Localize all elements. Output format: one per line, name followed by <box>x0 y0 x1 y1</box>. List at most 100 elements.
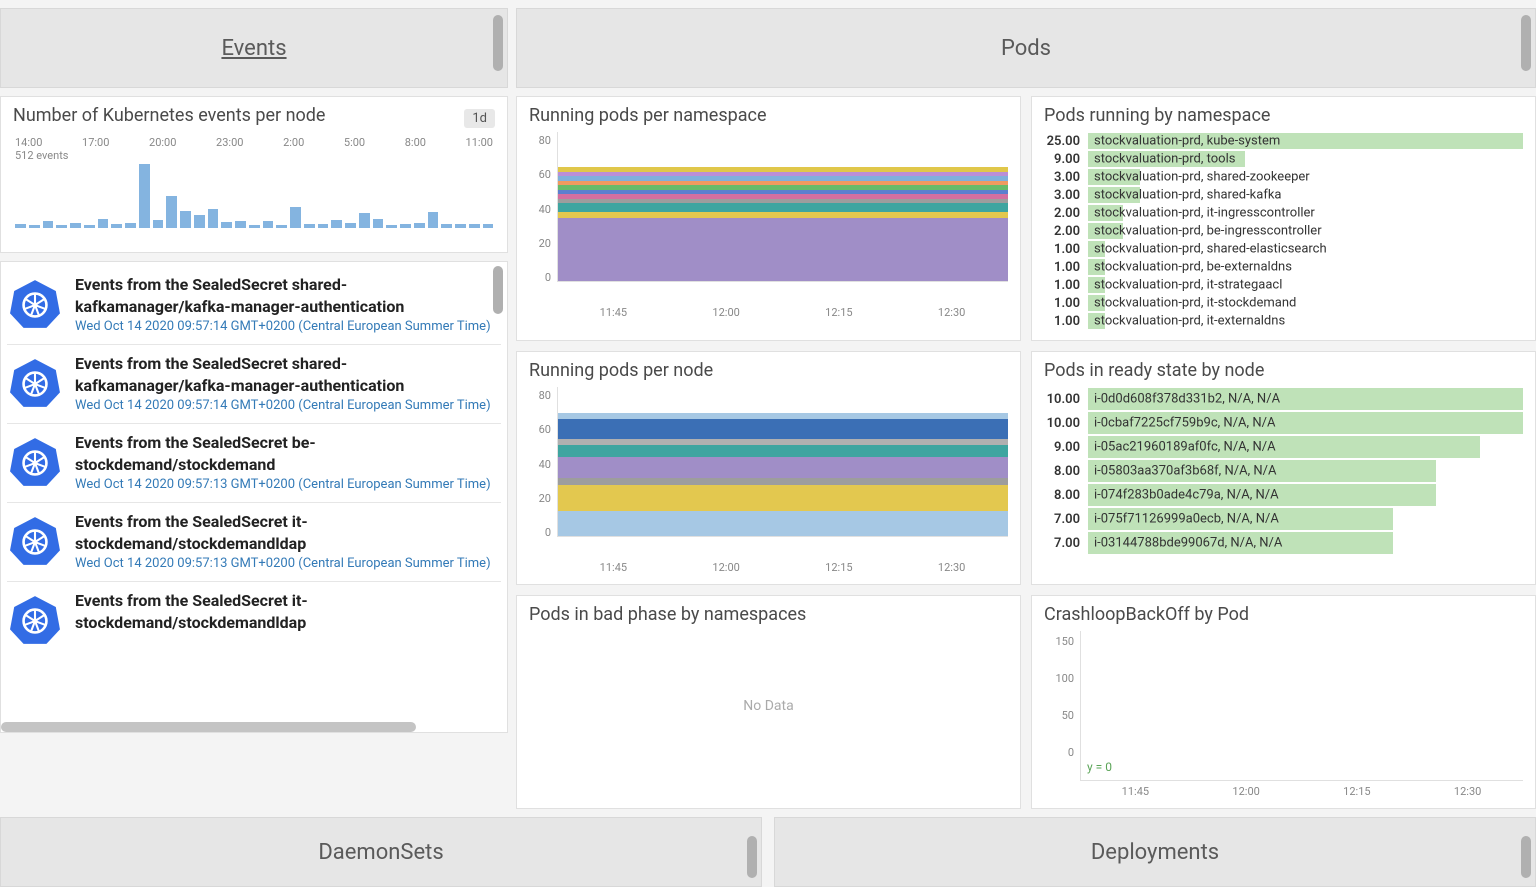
chart-band <box>558 478 1008 486</box>
section-header-daemonsets[interactable]: DaemonSets <box>0 817 762 887</box>
x-tick-label: 8:00 <box>405 136 426 149</box>
section-header-events[interactable]: Events <box>0 8 508 88</box>
x-tick-label: 12:30 <box>1454 785 1481 798</box>
x-tick-label: 20:00 <box>149 136 176 149</box>
chart-band <box>558 445 1008 457</box>
row-value: 2.00 <box>1044 224 1088 239</box>
row-label: stockvaluation-prd, be-externaldns <box>1094 260 1292 275</box>
scrollbar-thumb[interactable] <box>747 836 757 878</box>
y-tick-label: 50 <box>1062 709 1074 722</box>
section-header-pods[interactable]: Pods <box>516 8 1536 88</box>
chart-band <box>558 218 1008 281</box>
scrollbar-thumb[interactable] <box>493 15 503 71</box>
value-list-row[interactable]: 9.00 stockvaluation-prd, tools <box>1044 150 1523 168</box>
chart-band <box>558 419 1008 439</box>
value-list-row[interactable]: 1.00 stockvaluation-prd, shared-elastics… <box>1044 240 1523 258</box>
value-list-row[interactable]: 7.00 i-075f71126999a0ecb, N/A, N/A <box>1044 507 1523 531</box>
value-list-row[interactable]: 25.00 stockvaluation-prd, kube-system <box>1044 132 1523 150</box>
value-list-row[interactable]: 1.00 stockvaluation-prd, be-externaldns <box>1044 258 1523 276</box>
chart-bar <box>318 224 329 228</box>
scrollbar-thumb[interactable] <box>1521 15 1531 71</box>
value-list-row[interactable]: 8.00 i-05803aa370af3b68f, N/A, N/A <box>1044 459 1523 483</box>
row-label: stockvaluation-prd, shared-kafka <box>1094 188 1282 203</box>
x-tick-label: 17:00 <box>82 136 109 149</box>
panel-crashloop-by-pod: CrashloopBackOff by Pod 150100500 y = 0 … <box>1031 595 1536 809</box>
value-list-row[interactable]: 9.00 i-05ac21960189af0fc, N/A, N/A <box>1044 435 1523 459</box>
panel-pods-ready-by-node: Pods in ready state by node 10.00 i-0d0d… <box>1031 351 1536 585</box>
section-title-daemonsets: DaemonSets <box>318 840 443 865</box>
y-tick-label: 20 <box>539 237 551 250</box>
event-list-item[interactable]: Events from the SealedSecret it-stockdem… <box>7 505 501 579</box>
value-list-row[interactable]: 10.00 i-0d0d608f378d331b2, N/A, N/A <box>1044 387 1523 411</box>
horizontal-scrollbar[interactable] <box>1 722 416 732</box>
row-value: 1.00 <box>1044 314 1088 329</box>
chart-bar <box>276 225 287 228</box>
time-range-badge[interactable]: 1d <box>464 109 495 128</box>
chart-band <box>558 176 1008 181</box>
scrollbar-thumb[interactable] <box>493 266 503 314</box>
chart-band <box>558 185 1008 190</box>
y-tick-label: 60 <box>539 423 551 436</box>
panel-pods-running-by-namespace: Pods running by namespace 25.00 stockval… <box>1031 96 1536 341</box>
value-list-row[interactable]: 1.00 stockvaluation-prd, it-externaldns <box>1044 312 1523 330</box>
row-label: i-0d0d608f378d331b2, N/A, N/A <box>1094 392 1280 407</box>
row-label: stockvaluation-prd, kube-system <box>1094 134 1280 149</box>
chart-bar <box>111 224 122 228</box>
value-list-row[interactable]: 8.00 i-074f283b0ade4c79a, N/A, N/A <box>1044 483 1523 507</box>
row-value: 1.00 <box>1044 260 1088 275</box>
y-tick-label: 40 <box>539 458 551 471</box>
chart-bar <box>180 211 191 228</box>
scrollbar-thumb[interactable] <box>1521 836 1531 878</box>
chart-band <box>558 485 1008 511</box>
y-tick-label: 150 <box>1055 635 1074 648</box>
event-list-item[interactable]: Events from the SealedSecret shared-kafk… <box>7 268 501 342</box>
value-list-row[interactable]: 2.00 stockvaluation-prd, be-ingresscontr… <box>1044 222 1523 240</box>
events-per-node-chart[interactable]: 14:0017:0020:0023:002:005:008:0011:00 51… <box>13 132 495 242</box>
chart-bar <box>98 219 109 228</box>
x-tick-label: 11:45 <box>600 561 627 574</box>
x-tick-label: 12:30 <box>938 306 965 319</box>
row-value: 1.00 <box>1044 242 1088 257</box>
row-label: i-05ac21960189af0fc, N/A, N/A <box>1094 440 1276 455</box>
running-pods-ns-chart[interactable]: 806040200 <box>529 132 1008 302</box>
kubernetes-icon <box>9 357 61 409</box>
row-value: 2.00 <box>1044 206 1088 221</box>
row-value: 9.00 <box>1044 152 1088 167</box>
section-header-deployments[interactable]: Deployments <box>774 817 1536 887</box>
kubernetes-icon <box>9 278 61 330</box>
chart-bar <box>70 223 81 228</box>
value-list-row[interactable]: 10.00 i-0cbaf7225cf759b9c, N/A, N/A <box>1044 411 1523 435</box>
panel-running-pods-per-namespace: Running pods per namespace 806040200 11:… <box>516 96 1021 341</box>
event-list-item[interactable]: Events from the SealedSecret it-stockdem… <box>7 584 501 652</box>
chart-bar <box>469 224 480 228</box>
event-list-item[interactable]: Events from the SealedSecret shared-kafk… <box>7 347 501 421</box>
value-list-row[interactable]: 1.00 stockvaluation-prd, it-strategaacl <box>1044 276 1523 294</box>
row-label: i-05803aa370af3b68f, N/A, N/A <box>1094 464 1276 479</box>
row-value: 3.00 <box>1044 188 1088 203</box>
y-tick-label: 20 <box>539 492 551 505</box>
row-label: i-03144788bde99067d, N/A, N/A <box>1094 536 1282 551</box>
event-timestamp: Wed Oct 14 2020 09:57:14 GMT+0200 (Centr… <box>75 398 493 415</box>
chart-band <box>558 212 1008 218</box>
value-list-row[interactable]: 1.00 stockvaluation-prd, it-stockdemand <box>1044 294 1523 312</box>
row-value: 7.00 <box>1044 512 1088 527</box>
panel-title: Running pods per namespace <box>529 105 1008 126</box>
value-list-row[interactable]: 7.00 i-03144788bde99067d, N/A, N/A <box>1044 531 1523 555</box>
value-list-row[interactable]: 2.00 stockvaluation-prd, it-ingresscontr… <box>1044 204 1523 222</box>
row-value: 3.00 <box>1044 170 1088 185</box>
row-label: i-0cbaf7225cf759b9c, N/A, N/A <box>1094 416 1275 431</box>
value-list-row[interactable]: 3.00 stockvaluation-prd, shared-zookeepe… <box>1044 168 1523 186</box>
event-list: Events from the SealedSecret shared-kafk… <box>0 261 508 733</box>
event-list-item[interactable]: Events from the SealedSecret be-stockdem… <box>7 426 501 500</box>
x-tick-label: 12:00 <box>1232 785 1259 798</box>
chart-bar <box>359 213 370 228</box>
event-timestamp: Wed Oct 14 2020 09:57:14 GMT+0200 (Centr… <box>75 319 493 336</box>
section-title-pods: Pods <box>1001 36 1051 61</box>
chart-annotation: y = 0 <box>1087 760 1112 774</box>
no-data-label: No Data <box>529 631 1008 781</box>
crashloop-chart[interactable]: 150100500 y = 0 <box>1044 631 1523 781</box>
chart-bar <box>153 220 164 228</box>
chart-band <box>558 199 1008 204</box>
running-pods-node-chart[interactable]: 806040200 <box>529 387 1008 557</box>
value-list-row[interactable]: 3.00 stockvaluation-prd, shared-kafka <box>1044 186 1523 204</box>
